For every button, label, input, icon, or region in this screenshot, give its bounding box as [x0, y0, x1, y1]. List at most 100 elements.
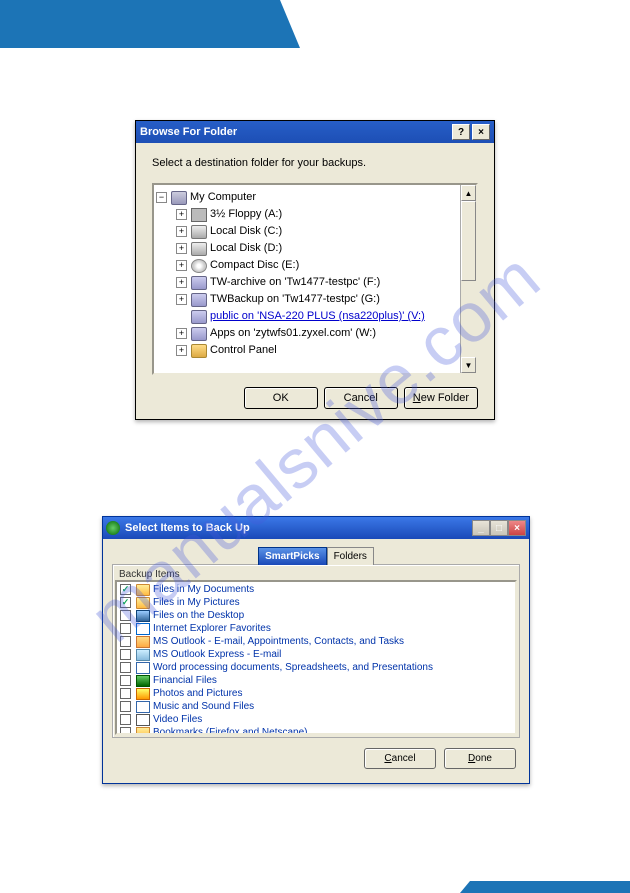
- mnemonic: D: [468, 753, 475, 764]
- video-icon: [136, 714, 150, 726]
- page-header-bar: [0, 0, 300, 48]
- cancel-label: Cancel: [344, 392, 378, 404]
- cd-icon: [191, 259, 207, 273]
- tree-item-label: TW-archive on 'Tw1477-testpc' (F:): [210, 274, 380, 291]
- checkbox[interactable]: [120, 688, 131, 699]
- list-item-label: Financial Files: [153, 674, 217, 687]
- checkbox[interactable]: ✓: [120, 584, 131, 595]
- list-item[interactable]: MS Outlook - E-mail, Appointments, Conta…: [118, 635, 514, 648]
- mnemonic: N: [413, 392, 421, 404]
- dialog-body: Select a destination folder for your bac…: [136, 143, 494, 419]
- page-footer-edge: [460, 881, 630, 893]
- checkbox[interactable]: [120, 701, 131, 712]
- list-item[interactable]: ✓ Files in My Documents: [118, 583, 514, 596]
- desktop-icon: [136, 610, 150, 622]
- outlook-icon: [136, 636, 150, 648]
- list-item-label: Files in My Documents: [153, 583, 254, 596]
- checkbox[interactable]: [120, 714, 131, 725]
- list-item[interactable]: Word processing documents, Spreadsheets,…: [118, 661, 514, 674]
- list-item[interactable]: Music and Sound Files: [118, 700, 514, 713]
- ok-button[interactable]: OK: [244, 387, 318, 409]
- expand-icon[interactable]: +: [176, 294, 187, 305]
- button-row: Cancel Done: [112, 738, 520, 771]
- scroll-up-icon[interactable]: ▲: [461, 185, 476, 201]
- new-folder-button[interactable]: New Folder: [404, 387, 478, 409]
- net-icon: [191, 276, 207, 290]
- checkbox[interactable]: [120, 636, 131, 647]
- drive-icon: [191, 242, 207, 256]
- tree-item[interactable]: +Control Panel: [156, 342, 474, 359]
- expand-icon[interactable]: +: [176, 277, 187, 288]
- floppy-icon: [191, 208, 207, 222]
- minimize-button[interactable]: _: [472, 520, 490, 536]
- list-item-label: Word processing documents, Spreadsheets,…: [153, 661, 433, 674]
- tree-item[interactable]: + Compact Disc (E:): [156, 257, 474, 274]
- list-item-label: MS Outlook - E-mail, Appointments, Conta…: [153, 635, 404, 648]
- photo-icon: [136, 688, 150, 700]
- list-item[interactable]: Internet Explorer Favorites: [118, 622, 514, 635]
- collapse-icon[interactable]: −: [156, 192, 167, 203]
- help-button[interactable]: ?: [452, 124, 470, 140]
- checkbox[interactable]: ✓: [120, 597, 131, 608]
- checkbox[interactable]: [120, 623, 131, 634]
- cancel-button[interactable]: Cancel: [324, 387, 398, 409]
- tree-item[interactable]: +Local Disk (C:): [156, 223, 474, 240]
- net-icon: [191, 327, 207, 341]
- select-items-dialog: Select Items to Back Up _ □ × SmartPicks…: [102, 516, 530, 784]
- expand-icon[interactable]: +: [176, 226, 187, 237]
- close-button[interactable]: ×: [508, 520, 526, 536]
- backup-items-list[interactable]: ✓ Files in My Documents ✓ Files in My Pictu…: [115, 580, 517, 735]
- expand-icon[interactable]: +: [176, 328, 187, 339]
- ie-icon: [136, 623, 150, 635]
- list-item-label: Files on the Desktop: [153, 609, 244, 622]
- list-item-label: Files in My Pictures: [153, 596, 240, 609]
- tree-item-label: TWBackup on 'Tw1477-testpc' (G:): [210, 291, 380, 308]
- expand-icon[interactable]: +: [176, 209, 187, 220]
- expand-icon[interactable]: +: [176, 260, 187, 271]
- folder-icon: [136, 597, 150, 609]
- list-item[interactable]: Photos and Pictures: [118, 687, 514, 700]
- titlebar[interactable]: Browse For Folder ? ×: [136, 121, 494, 143]
- tree-item-label: 3½ Floppy (A:): [210, 206, 282, 223]
- tree-item[interactable]: +Apps on 'zytwfs01.zyxel.com' (W:): [156, 325, 474, 342]
- tab-pane: Backup Items ✓Files in My Documents✓File…: [112, 564, 520, 738]
- tree-item[interactable]: +3½ Floppy (A:): [156, 206, 474, 223]
- dialog-body: SmartPicksFolders Backup Items ✓Files in…: [103, 539, 529, 783]
- tree-item[interactable]: + Local Disk (D:): [156, 240, 474, 257]
- titlebar[interactable]: Select Items to Back Up _ □ ×: [103, 517, 529, 539]
- list-item[interactable]: Files on the Desktop: [118, 609, 514, 622]
- tab-strip: SmartPicksFolders: [112, 547, 520, 565]
- tree-item[interactable]: + TW-archive on 'Tw1477-testpc' (F:): [156, 274, 474, 291]
- checkbox[interactable]: [120, 662, 131, 673]
- maximize-button[interactable]: □: [490, 520, 508, 536]
- checkbox[interactable]: [120, 649, 131, 660]
- minimize-icon: _: [478, 523, 484, 534]
- expand-icon[interactable]: +: [176, 345, 187, 356]
- list-item[interactable]: Financial Files: [118, 674, 514, 687]
- net-icon: [191, 310, 207, 324]
- list-item[interactable]: Video Files: [118, 713, 514, 726]
- checkbox[interactable]: [120, 610, 131, 621]
- tree-item-label: Local Disk (D:): [210, 240, 282, 257]
- tree-root[interactable]: − My Computer: [156, 189, 474, 206]
- new-folder-label-rest: ew Folder: [421, 392, 469, 404]
- folder-tree[interactable]: − My Computer +3½ Floppy (A:)+Local Disk…: [152, 183, 478, 375]
- tree-item[interactable]: + TWBackup on 'Tw1477-testpc' (G:): [156, 291, 474, 308]
- list-item[interactable]: ✓ Files in My Pictures: [118, 596, 514, 609]
- cancel-button[interactable]: Cancel: [364, 748, 436, 769]
- expand-icon[interactable]: +: [176, 243, 187, 254]
- checkbox[interactable]: [120, 727, 131, 735]
- checkbox[interactable]: [120, 675, 131, 686]
- list-item[interactable]: Bookmarks (Firefox and Netscape): [118, 726, 514, 735]
- list-item[interactable]: MS Outlook Express - E-mail: [118, 648, 514, 661]
- tree-item[interactable]: public on 'NSA-220 PLUS (nsa220plus)' (V…: [156, 308, 474, 325]
- button-row: OK Cancel New Folder: [152, 387, 478, 409]
- scrollbar[interactable]: ▲ ▼: [460, 185, 476, 373]
- done-button[interactable]: Done: [444, 748, 516, 769]
- tab-folders[interactable]: Folders: [327, 547, 374, 565]
- tree-item-label: Compact Disc (E:): [210, 257, 299, 274]
- scroll-down-icon[interactable]: ▼: [461, 357, 476, 373]
- close-button[interactable]: ×: [472, 124, 490, 140]
- scroll-thumb[interactable]: [461, 201, 476, 281]
- tab-smartpicks[interactable]: SmartPicks: [258, 547, 326, 565]
